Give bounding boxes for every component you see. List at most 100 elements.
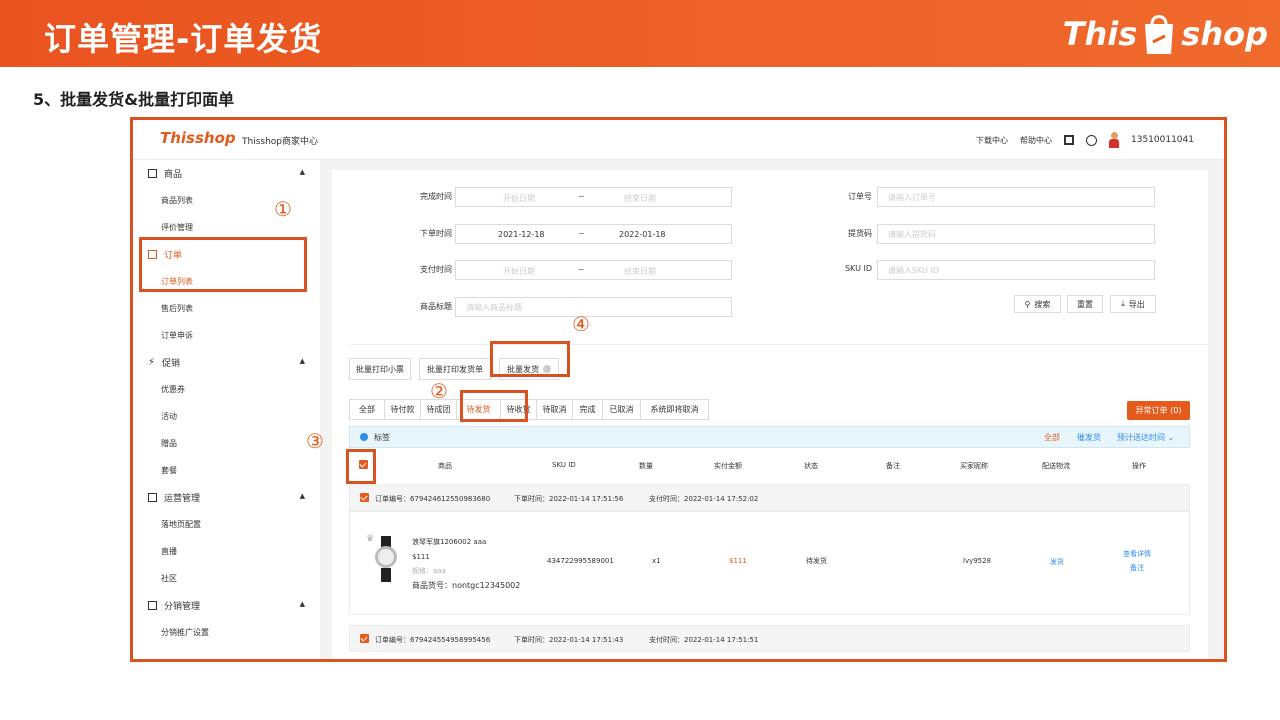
pay-time-label: 支付时间 bbox=[420, 265, 452, 274]
sidebar-group-label: 分销管理 bbox=[164, 602, 201, 612]
chevron-up-icon: ▲ bbox=[299, 492, 305, 500]
sidebar-item-live[interactable]: 直播 bbox=[133, 538, 320, 565]
order-checkbox[interactable] bbox=[360, 493, 369, 502]
order-checkbox[interactable] bbox=[360, 634, 369, 643]
tag-urge-link[interactable]: 催发货 bbox=[1077, 432, 1101, 443]
sidebar-item-landing-config[interactable]: 落地页配置 bbox=[133, 511, 320, 538]
tab-completed[interactable]: 完成 bbox=[573, 399, 603, 420]
step-marker-1: ① bbox=[274, 197, 292, 221]
product-name[interactable]: 浪琴军旗1206002 aaa bbox=[412, 537, 486, 547]
sidebar-group-operations[interactable]: 运营管理 ▲ bbox=[133, 484, 320, 511]
complete-time-range[interactable]: 开始日期 ~ 结束日期 bbox=[455, 187, 732, 207]
step-marker-2: ② bbox=[430, 379, 448, 403]
quantity: x1 bbox=[652, 557, 661, 565]
col-sku-id: SKU ID bbox=[552, 461, 576, 469]
sidebar-item-coupons[interactable]: 优惠券 bbox=[133, 376, 320, 403]
bar-chart-icon bbox=[148, 601, 157, 610]
product-price: $111 bbox=[412, 553, 430, 561]
col-qty: 数量 bbox=[639, 462, 653, 470]
sidebar-group-distribution[interactable]: 分销管理 ▲ bbox=[133, 592, 320, 619]
info-dot-icon bbox=[360, 433, 368, 441]
sidebar-item-bundle[interactable]: 套餐 bbox=[133, 457, 320, 484]
abnormal-orders-button[interactable]: 异常订单 (0) bbox=[1127, 401, 1190, 420]
col-goods: 商品 bbox=[438, 462, 452, 470]
sidebar-group-goods[interactable]: 商品 ▲ bbox=[133, 160, 320, 187]
col-buyer: 买家昵称 bbox=[960, 462, 988, 470]
download-icon: ⤓ bbox=[1121, 299, 1125, 308]
table-header: 商品 SKU ID 数量 实付金额 状态 备注 买家昵称 配送物流 操作 bbox=[349, 453, 1190, 477]
qr-code-icon[interactable] bbox=[1064, 135, 1074, 145]
range-separator: ~ bbox=[578, 265, 585, 274]
sidebar-item-order-appeal[interactable]: 订单申诉 bbox=[133, 322, 320, 349]
complete-time-label: 完成时间 bbox=[420, 192, 452, 201]
slide-title: 订单管理-订单发货 bbox=[44, 20, 323, 58]
chevron-up-icon: ▲ bbox=[299, 600, 305, 608]
product-title-placeholder: 请输入商品标题 bbox=[466, 302, 522, 312]
export-button[interactable]: ⤓ 导出 bbox=[1110, 295, 1156, 313]
product-image[interactable]: ♛ bbox=[364, 534, 406, 586]
sidebar: 商品 ▲ 商品列表 评价管理 订单 订单列表 售后列表 订单申诉 ⚡ 促销 ▲ 优惠券… bbox=[133, 160, 320, 659]
order-time-range[interactable]: 2021-12-18 ~ 2022-01-18 bbox=[455, 224, 732, 244]
brand-logo-left: This bbox=[1062, 15, 1138, 53]
col-paid: 实付金额 bbox=[714, 462, 742, 470]
ship-link[interactable]: 发货 bbox=[1050, 557, 1064, 567]
tab-all[interactable]: 全部 bbox=[349, 399, 385, 420]
play-icon bbox=[148, 493, 157, 502]
pickup-code-input[interactable]: 请输入提货码 bbox=[877, 224, 1155, 244]
tab-cancelled[interactable]: 已取消 bbox=[603, 399, 641, 420]
order-no-input[interactable]: 请输入订单号 bbox=[877, 187, 1155, 207]
avatar[interactable] bbox=[1109, 132, 1119, 148]
pay-time: 支付时间：2022-01-14 17:52:02 bbox=[649, 495, 759, 503]
tab-pending-payment[interactable]: 待付款 bbox=[385, 399, 421, 420]
product-title-input[interactable]: 请输入商品标题 bbox=[455, 297, 732, 317]
chevron-up-icon: ▲ bbox=[299, 357, 305, 365]
tab-system-cancel[interactable]: 系统即将取消 bbox=[641, 399, 709, 420]
download-center-link[interactable]: 下载中心 bbox=[976, 135, 1008, 146]
product-spec: 规格：aaa bbox=[412, 567, 446, 575]
order-start-date: 2021-12-18 bbox=[498, 230, 545, 239]
reset-button[interactable]: 重置 bbox=[1067, 295, 1103, 313]
pay-end-placeholder: 结束日期 bbox=[624, 267, 656, 276]
sidebar-group-label: 商品 bbox=[164, 170, 183, 180]
tag-filter-bar: 标签 全部 催发货 预计送达时间 ⌄ bbox=[349, 426, 1190, 448]
order-time-label: 下单时间 bbox=[420, 229, 452, 238]
tab-pending-cancel[interactable]: 待取消 bbox=[537, 399, 573, 420]
shopping-bag-icon bbox=[1139, 12, 1179, 56]
order-header-row: 订单编号：679424612550983680 下单时间：2022-01-14 … bbox=[349, 484, 1190, 511]
slide-banner: 订单管理-订单发货 This shop bbox=[0, 0, 1280, 67]
step-marker-3: ③ bbox=[306, 429, 324, 453]
sidebar-item-distribution-settings[interactable]: 分销推广设置 bbox=[133, 619, 320, 646]
sidebar-item-goods-list[interactable]: 商品列表 bbox=[133, 187, 320, 214]
step-marker-4: ④ bbox=[572, 312, 590, 336]
sku-id-input[interactable]: 请输入SKU ID bbox=[877, 260, 1155, 280]
sidebar-item-after-sale[interactable]: 售后列表 bbox=[133, 295, 320, 322]
tag-expected-time-dropdown[interactable]: 预计送达时间 ⌄ bbox=[1117, 432, 1174, 443]
tag-all-link[interactable]: 全部 bbox=[1044, 432, 1060, 443]
sidebar-group-label: 促销 bbox=[162, 359, 181, 369]
col-action: 操作 bbox=[1132, 462, 1146, 470]
goods-icon bbox=[148, 169, 157, 178]
sidebar-group-promotion[interactable]: ⚡ 促销 ▲ bbox=[133, 349, 320, 376]
pay-time-range[interactable]: 开始日期 ~ 结束日期 bbox=[455, 260, 732, 280]
order-status: 待发货 bbox=[806, 557, 827, 565]
help-center-link[interactable]: 帮助中心 bbox=[1020, 135, 1052, 146]
sku-id-value: 434722995589001 bbox=[547, 557, 614, 565]
app-logo-right: shop bbox=[194, 129, 236, 147]
brand-logo-right: shop bbox=[1181, 15, 1268, 53]
user-phone[interactable]: 13510011041 bbox=[1131, 135, 1194, 145]
sidebar-item-activity[interactable]: 活动 bbox=[133, 403, 320, 430]
view-details-link[interactable]: 查看详情 bbox=[1123, 549, 1151, 559]
search-button[interactable]: ⚲ 搜索 bbox=[1014, 295, 1061, 313]
app-logo-left: This bbox=[160, 129, 195, 147]
batch-print-ticket-button[interactable]: 批量打印小票 bbox=[349, 358, 411, 380]
note-link[interactable]: 备注 bbox=[1130, 563, 1144, 573]
sidebar-item-community[interactable]: 社区 bbox=[133, 565, 320, 592]
batch-print-invoice-button[interactable]: 批量打印发货单 bbox=[419, 358, 491, 380]
lightning-icon: ⚡ bbox=[148, 357, 156, 368]
col-note: 备注 bbox=[886, 462, 900, 470]
tag-expected-label: 预计送达时间 bbox=[1117, 433, 1165, 442]
sidebar-group-label: 运营管理 bbox=[164, 494, 201, 504]
globe-icon[interactable] bbox=[1086, 134, 1097, 146]
app-logo[interactable]: Thisshop bbox=[160, 129, 236, 147]
sidebar-item-gifts[interactable]: 赠品 bbox=[133, 430, 320, 457]
